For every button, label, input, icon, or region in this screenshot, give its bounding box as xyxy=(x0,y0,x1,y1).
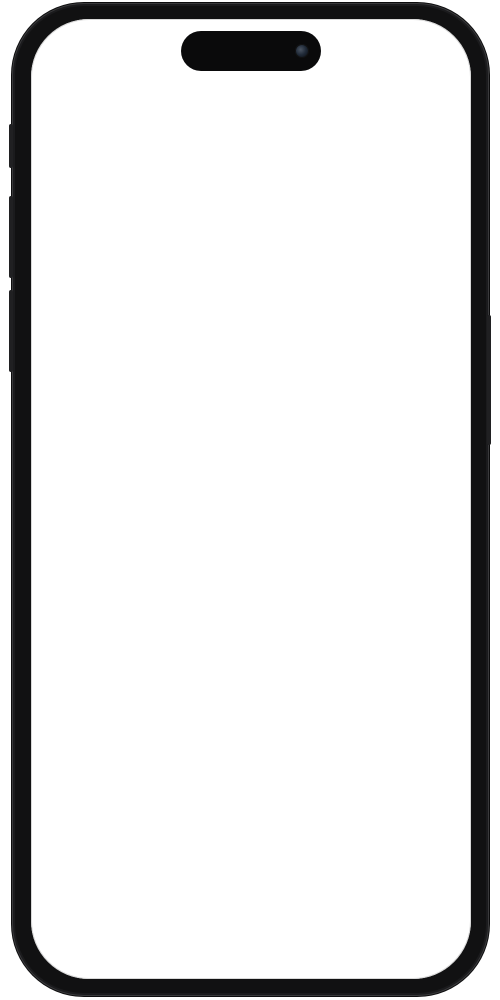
device-mockup-stage xyxy=(0,0,500,1000)
front-camera-icon xyxy=(295,44,309,58)
action-button[interactable] xyxy=(9,124,13,168)
volume-up-button[interactable] xyxy=(9,196,13,278)
dynamic-island xyxy=(181,31,321,71)
phone-screen[interactable] xyxy=(31,19,471,979)
power-button[interactable] xyxy=(487,315,491,445)
volume-down-button[interactable] xyxy=(9,290,13,372)
